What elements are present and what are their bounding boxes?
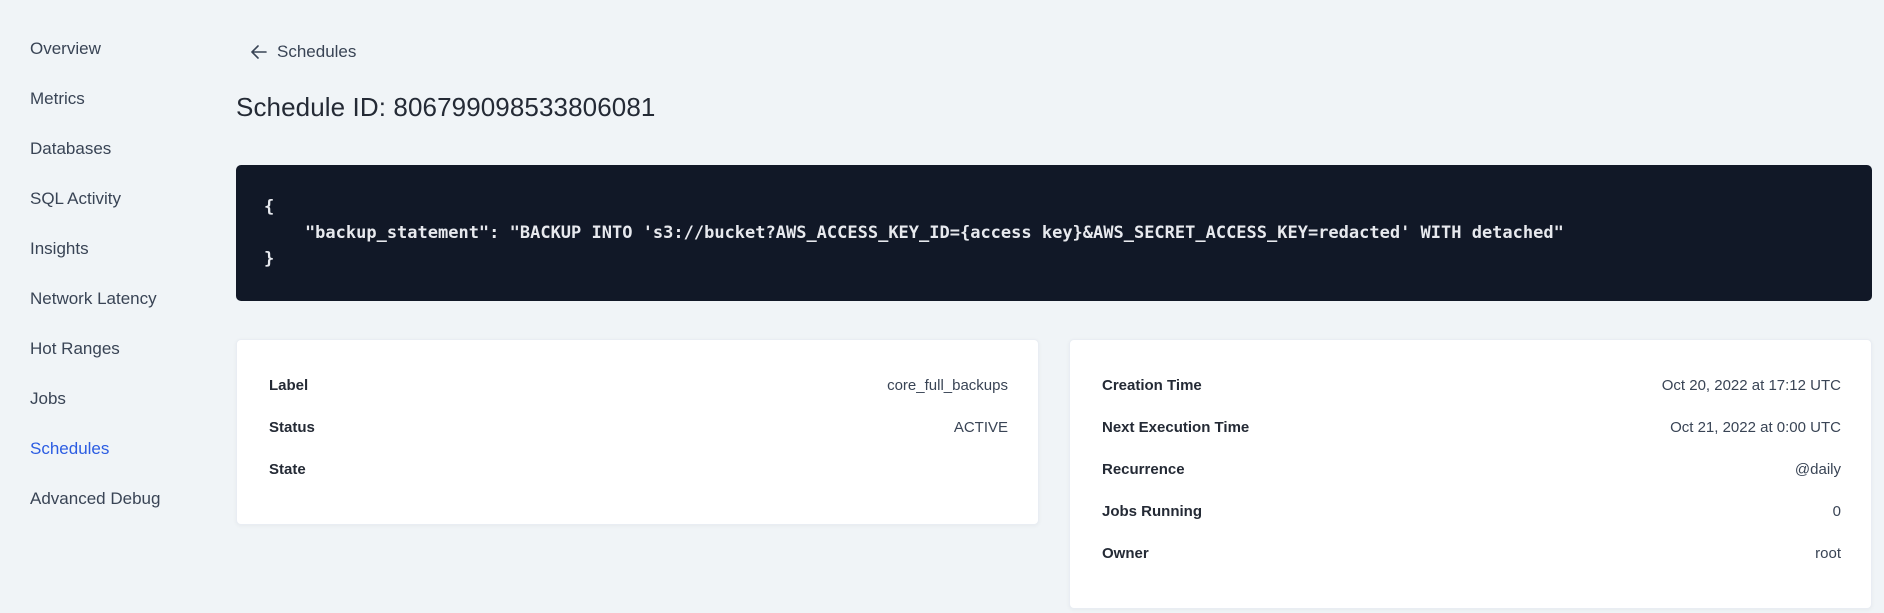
sidebar-item-insights[interactable]: Insights bbox=[30, 238, 236, 259]
row-value: Oct 20, 2022 at 17:12 UTC bbox=[1661, 376, 1841, 394]
sidebar-item-jobs[interactable]: Jobs bbox=[30, 388, 236, 409]
detail-row-status: Status ACTIVE bbox=[269, 406, 1008, 448]
detail-row-creation-time: Creation Time Oct 20, 2022 at 17:12 UTC bbox=[1102, 364, 1841, 406]
arrow-left-icon bbox=[250, 45, 267, 59]
main-content: Schedules Schedule ID: 80679909853380608… bbox=[236, 0, 1884, 613]
row-label: Next Execution Time bbox=[1102, 418, 1250, 436]
schedule-status-card: Label core_full_backups Status ACTIVE St… bbox=[236, 339, 1039, 525]
row-value: 0 bbox=[1832, 502, 1841, 520]
row-value: ACTIVE bbox=[953, 418, 1008, 436]
row-value: Oct 21, 2022 at 0:00 UTC bbox=[1670, 418, 1841, 436]
sidebar-item-databases[interactable]: Databases bbox=[30, 138, 236, 159]
app-root: Overview Metrics Databases SQL Activity … bbox=[0, 0, 1884, 613]
detail-row-next-execution-time: Next Execution Time Oct 21, 2022 at 0:00… bbox=[1102, 406, 1841, 448]
code-line: { bbox=[264, 197, 275, 217]
row-label: Label bbox=[269, 376, 309, 394]
row-label: Jobs Running bbox=[1102, 502, 1202, 520]
schedule-statement-code-block: { "backup_statement": "BACKUP INTO 's3:/… bbox=[236, 165, 1872, 301]
detail-row-recurrence: Recurrence @daily bbox=[1102, 448, 1841, 490]
code-line: "backup_statement": "BACKUP INTO 's3://b… bbox=[264, 223, 1564, 243]
back-link-schedules[interactable]: Schedules bbox=[236, 42, 356, 62]
row-label: Owner bbox=[1102, 544, 1149, 562]
schedule-timing-card: Creation Time Oct 20, 2022 at 17:12 UTC … bbox=[1069, 339, 1872, 609]
sidebar-nav-list: Overview Metrics Databases SQL Activity … bbox=[0, 38, 236, 509]
detail-row-jobs-running: Jobs Running 0 bbox=[1102, 490, 1841, 532]
row-value: root bbox=[1815, 544, 1841, 562]
page-title: Schedule ID: 806799098533806081 bbox=[236, 92, 656, 122]
sidebar-item-advanced-debug[interactable]: Advanced Debug bbox=[30, 488, 236, 509]
detail-row-label: Label core_full_backups bbox=[269, 364, 1008, 406]
row-value: core_full_backups bbox=[887, 376, 1008, 394]
detail-cards: Label core_full_backups Status ACTIVE St… bbox=[236, 339, 1872, 609]
sidebar-item-metrics[interactable]: Metrics bbox=[30, 88, 236, 109]
sidebar-item-network-latency[interactable]: Network Latency bbox=[30, 288, 236, 309]
back-link-label: Schedules bbox=[277, 42, 357, 61]
sidebar-item-overview[interactable]: Overview bbox=[30, 38, 236, 59]
row-label: Recurrence bbox=[1102, 460, 1185, 478]
row-value: @daily bbox=[1794, 460, 1841, 478]
sidebar-item-hot-ranges[interactable]: Hot Ranges bbox=[30, 338, 236, 359]
row-label: Status bbox=[269, 418, 315, 436]
row-label: State bbox=[269, 460, 306, 478]
sidebar: Overview Metrics Databases SQL Activity … bbox=[0, 0, 236, 613]
row-label: Creation Time bbox=[1102, 376, 1202, 394]
sidebar-item-sql-activity[interactable]: SQL Activity bbox=[30, 188, 236, 209]
detail-row-owner: Owner root bbox=[1102, 532, 1841, 574]
detail-row-state: State bbox=[269, 448, 1008, 490]
code-line: } bbox=[264, 249, 275, 269]
sidebar-item-schedules[interactable]: Schedules bbox=[30, 438, 236, 459]
